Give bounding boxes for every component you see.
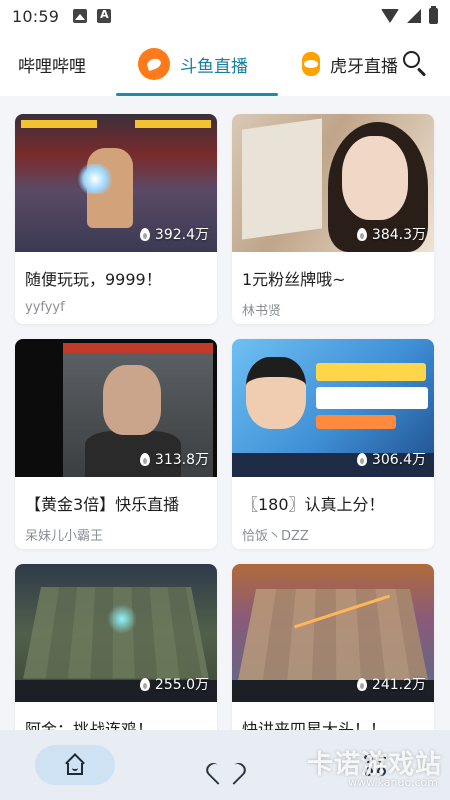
stream-title: 阿金：挑战连鸡！ — [25, 720, 154, 730]
flame-icon — [356, 677, 367, 691]
stream-thumbnail: 313.8万 — [15, 339, 217, 477]
streamer-name: 恰饭丶DZZ — [242, 529, 309, 544]
wifi-icon — [381, 9, 399, 23]
viewer-count: 306.4万 — [356, 449, 426, 469]
stream-title: 快讲来四星大头！！ — [242, 720, 387, 730]
stream-card[interactable]: 384.3万 1元粉丝牌哦~ 林书贤 — [232, 114, 434, 324]
tab-douyu[interactable]: 斗鱼直播 — [116, 32, 278, 96]
viewer-count: 255.0万 — [139, 674, 209, 694]
home-icon — [64, 753, 86, 775]
watermark-url: www.kanuo.com — [348, 776, 438, 789]
tab-huya[interactable]: 虎牙直播 — [278, 32, 398, 96]
gallery-notification-icon — [73, 9, 88, 23]
streamer-name: 林书贤 — [242, 304, 282, 319]
stream-thumbnail: 255.0万 — [15, 564, 217, 702]
status-bar: 10:59 — [0, 0, 450, 32]
stream-title: 1元粉丝牌哦~ — [242, 270, 346, 289]
streamer-name: yyfyyf — [25, 300, 65, 315]
stream-feed[interactable]: 392.4万 随便玩玩，9999！ yyfyyf 384.3万 1元粉丝牌哦~ … — [0, 96, 450, 730]
stream-card[interactable]: 313.8万 【黄金3倍】快乐直播 呆妹儿小霸王 — [15, 339, 217, 549]
viewer-count-value: 392.4万 — [154, 227, 209, 243]
viewer-count-value: 255.0万 — [154, 677, 209, 693]
viewer-count-value: 241.2万 — [371, 677, 426, 693]
flame-icon — [139, 227, 150, 241]
nav-favorites-button[interactable] — [185, 745, 265, 785]
viewer-count-value: 313.8万 — [154, 452, 209, 468]
search-button[interactable] — [402, 50, 430, 78]
stream-card[interactable]: 392.4万 随便玩玩，9999！ yyfyyf — [15, 114, 217, 324]
stream-card[interactable]: 241.2万 快讲来四星大头！！ — [232, 564, 434, 730]
battery-icon — [429, 6, 438, 24]
tab-douyu-label: 斗鱼直播 — [180, 56, 248, 77]
viewer-count: 384.3万 — [356, 224, 426, 244]
app-notification-icon — [97, 8, 112, 23]
flame-icon — [139, 677, 150, 691]
tab-bilibili-label: 哔哩哔哩 — [18, 56, 86, 77]
viewer-count-value: 306.4万 — [371, 452, 426, 468]
notification-icons — [73, 8, 112, 23]
streamer-name: 呆妹儿小霸王 — [25, 529, 104, 544]
stream-title: 【黄金3倍】快乐直播 — [25, 495, 180, 514]
status-time: 10:59 — [12, 6, 60, 26]
system-icons — [381, 6, 438, 24]
nav-home-button[interactable] — [35, 745, 115, 785]
douyu-logo-icon — [138, 48, 170, 80]
stream-thumbnail: 241.2万 — [232, 564, 434, 702]
cellular-signal-icon — [407, 9, 421, 23]
viewer-count-value: 384.3万 — [371, 227, 426, 243]
heart-icon — [213, 754, 237, 776]
viewer-count: 313.8万 — [139, 449, 209, 469]
stream-card[interactable]: 255.0万 阿金：挑战连鸡！ — [15, 564, 217, 730]
stream-card[interactable]: 306.4万 〖180〗认真上分！ 恰饭丶DZZ — [232, 339, 434, 549]
flame-icon — [139, 452, 150, 466]
tab-huya-label: 虎牙直播 — [330, 56, 398, 77]
stream-title: 随便玩玩，9999！ — [25, 270, 162, 289]
stream-thumbnail: 306.4万 — [232, 339, 434, 477]
stream-thumbnail: 392.4万 — [15, 114, 217, 252]
flame-icon — [356, 227, 367, 241]
stream-thumbnail: 384.3万 — [232, 114, 434, 252]
viewer-count: 392.4万 — [139, 224, 209, 244]
tab-bilibili[interactable]: 哔哩哔哩 — [0, 32, 116, 96]
platform-tabs: 哔哩哔哩 斗鱼直播 虎牙直播 — [0, 32, 450, 96]
stream-grid: 392.4万 随便玩玩，9999！ yyfyyf 384.3万 1元粉丝牌哦~ … — [15, 114, 435, 730]
huya-logo-icon — [302, 52, 320, 76]
flame-icon — [356, 452, 367, 466]
viewer-count: 241.2万 — [356, 674, 426, 694]
stream-title: 〖180〗认真上分！ — [242, 495, 385, 514]
